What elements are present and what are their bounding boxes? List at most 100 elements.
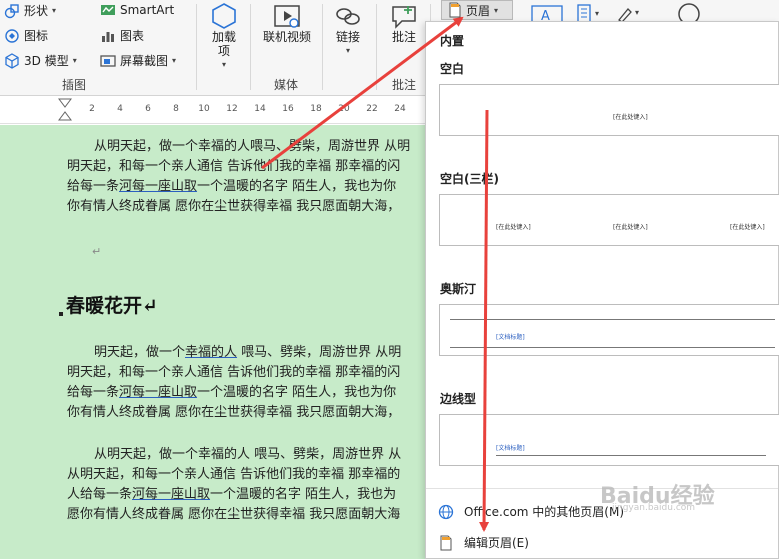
group-label-media: 媒体	[274, 78, 299, 92]
section-heading: 春暖花开↵	[66, 295, 158, 317]
screenshot-button[interactable]: 屏幕截图 ▾	[100, 52, 176, 69]
video-icon	[274, 5, 300, 28]
smartart-label: SmartArt	[120, 3, 175, 17]
edit-header-label: 编辑页眉(E)	[464, 536, 529, 550]
header-button[interactable]: 页眉 ▾	[441, 0, 513, 20]
ruler-tick-label: 8	[173, 104, 179, 114]
ruler-tick-label: 10	[198, 104, 210, 114]
online-video-button[interactable]: 联机视频	[258, 4, 316, 44]
text-line: 给每一条河每一座山取一个温暖的名字 陌生人，我也为你	[67, 179, 397, 194]
online-video-label: 联机视频	[262, 30, 311, 44]
border-line	[450, 347, 775, 348]
text-line: 人给每一条河每一座山取一个温暖的名字 陌生人，我也为	[67, 487, 397, 502]
divider	[322, 4, 323, 90]
ruler-tick-label: 2	[89, 104, 95, 114]
divider	[376, 4, 377, 90]
comment-button[interactable]: 批注	[384, 4, 424, 44]
chart-icon	[102, 31, 114, 42]
ruler-tick-label: 22	[366, 104, 378, 114]
header-blank3-thumbnail[interactable]: [在此处键入] [在此处键入] [在此处键入]	[439, 194, 779, 246]
section-builtin: 内置	[440, 34, 465, 48]
placeholder-text: [在此处键入]	[496, 224, 531, 231]
text-line: 从明天起，做一个幸福的人喂马、劈柴，周游世界 从明	[94, 139, 411, 154]
placeholder-text: [文档标题]	[496, 334, 525, 341]
chart-label: 图表	[120, 29, 145, 43]
comment-label: 批注	[391, 30, 416, 44]
placeholder-text: [在此处键入]	[730, 224, 765, 231]
indent-marker-icon[interactable]	[58, 98, 72, 122]
addins-icon	[212, 3, 236, 29]
gallery-title-sideline: 边线型	[440, 392, 477, 406]
text-line: 明天起，和每一个亲人通信 告诉他们我的幸福 那幸福的闪	[67, 365, 401, 380]
chevron-down-icon: ▾	[221, 60, 226, 69]
group-label-comments: 批注	[392, 78, 417, 92]
underlined-text: 幸福的人	[185, 345, 238, 360]
smartart-icon	[101, 5, 115, 15]
divider	[250, 4, 251, 90]
icons-button[interactable]: 图标	[4, 27, 48, 44]
header-sideline-thumbnail[interactable]: [文档标题]	[439, 414, 779, 466]
more-headers-menu-item[interactable]: Office.com 中的其他页眉(M)	[438, 503, 624, 520]
paragraph-3: 从明天起，做一个幸福的人 喂马、劈柴，周游世界 从 从明天起，和每一个亲人通信 …	[67, 445, 425, 525]
ruler-tick-label: 18	[310, 104, 322, 114]
icons-label: 图标	[24, 29, 49, 43]
gallery-title-blank: 空白	[440, 62, 465, 76]
placeholder-text: [在此处键入]	[613, 114, 648, 121]
horizontal-ruler: 2 4 6 8 10 12 14 16 18 20 22 24	[0, 96, 425, 124]
ruler-tick-label: 20	[338, 104, 350, 114]
chart-button[interactable]: 图表	[100, 27, 144, 44]
header-austin-thumbnail[interactable]: [文档标题]	[439, 304, 779, 356]
link-button[interactable]: 链接 ▾	[330, 4, 366, 58]
ruler-tick-label: 16	[282, 104, 294, 114]
3d-cube-icon	[5, 52, 19, 69]
smartart-button[interactable]: SmartArt	[100, 2, 174, 18]
ruler-tick-label: 4	[117, 104, 123, 114]
header-blank-thumbnail[interactable]: [在此处键入]	[439, 84, 779, 136]
screenshot-icon	[100, 54, 116, 67]
divider	[196, 4, 197, 90]
chevron-down-icon: ▾	[172, 56, 177, 65]
svg-text:▾: ▾	[635, 8, 639, 17]
chevron-down-icon: ▾	[345, 46, 350, 55]
group-label-illustrations: 插图	[62, 78, 87, 92]
underlined-text: 河每一座山取	[119, 179, 198, 194]
signature-icon[interactable]: ▾	[616, 3, 646, 23]
border-line	[496, 455, 766, 456]
text-line: 你有情人终成眷属 愿你在尘世获得幸福 我只愿面朝大海，	[67, 199, 401, 214]
addins-button[interactable]: 加载项 ▾	[206, 2, 242, 72]
addins-label: 加载项	[211, 30, 236, 58]
text-line: 愿你有情人终成眷属 愿你在尘世获得幸福 我只愿面朝大海	[67, 507, 401, 522]
document-page[interactable]: 从明天起，做一个幸福的人喂马、劈柴，周游世界 从明 明天起，和每一个亲人通信 告…	[0, 125, 425, 559]
gallery-title-austin: 奥斯汀	[440, 282, 477, 296]
paragraph-1: 从明天起，做一个幸福的人喂马、劈柴，周游世界 从明 明天起，和每一个亲人通信 告…	[67, 137, 425, 217]
shapes-icon	[4, 3, 19, 18]
3d-models-button[interactable]: 3D 模型 ▾	[4, 52, 77, 69]
ruler-tick-label: 24	[394, 104, 406, 114]
text-line: 从明天起，和每一个亲人通信 告诉他们我的幸福 那幸福的	[67, 467, 401, 482]
border-line	[450, 319, 775, 320]
chevron-down-icon: ▾	[72, 56, 77, 65]
shapes-button[interactable]: 形状 ▾	[4, 2, 56, 19]
underlined-text: 河每一座山取	[132, 487, 211, 502]
placeholder-text: [文档标题]	[496, 445, 525, 452]
3d-models-label: 3D 模型	[24, 54, 69, 68]
text-line: 你有情人终成眷属 愿你在尘世获得幸福 我只愿面朝大海，	[67, 405, 401, 420]
shapes-label: 形状	[24, 4, 49, 18]
text-line: 明天起，做一个幸福的人 喂马、劈柴，周游世界 从明	[94, 345, 402, 360]
placeholder-text: [在此处键入]	[613, 224, 648, 231]
globe-icon	[438, 504, 454, 519]
link-label: 链接	[335, 30, 360, 44]
text-line: 从明天起，做一个幸福的人 喂马、劈柴，周游世界 从	[94, 447, 402, 462]
text-line: 给每一条河每一座山取一个温暖的名字 陌生人，我也为你	[67, 385, 397, 400]
icons-icon	[5, 28, 19, 43]
comment-icon	[392, 6, 416, 29]
ruler-tick-label: 14	[254, 104, 266, 114]
text-line: 明天起，和每一个亲人通信 告诉他们我的幸福 那幸福的闪	[67, 159, 401, 174]
heading-bullet	[59, 312, 63, 316]
svg-text:▾: ▾	[595, 9, 599, 18]
paragraph-2: 明天起，做一个幸福的人 喂马、劈柴，周游世界 从明 明天起，和每一个亲人通信 告…	[67, 343, 425, 423]
link-icon	[336, 8, 360, 25]
baidu-watermark-url: jingyan.baidu.com	[612, 503, 696, 513]
edit-header-menu-item[interactable]: 编辑页眉(E)	[438, 534, 529, 551]
ruler-tick-label: 6	[145, 104, 151, 114]
